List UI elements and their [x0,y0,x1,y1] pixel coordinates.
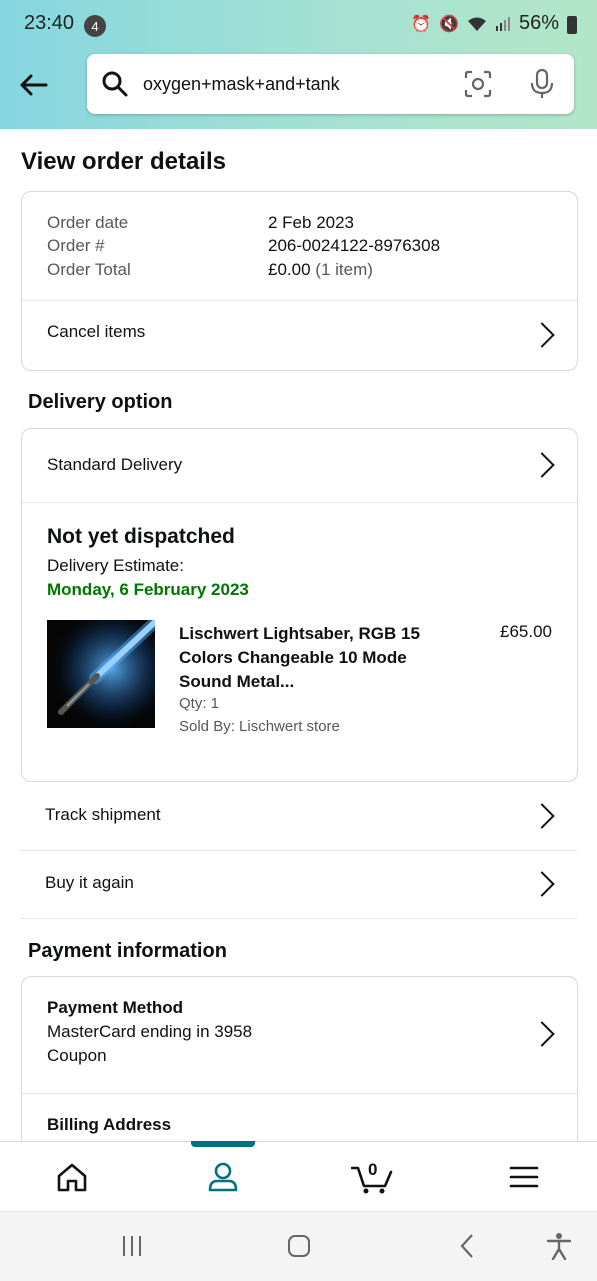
delivery-card: Standard Delivery Not yet dispatched Del… [21,428,578,782]
recent-apps-icon [123,1236,141,1256]
divider [20,918,577,919]
order-date-label: Order date [47,213,129,232]
wifi-icon [467,17,486,31]
product-title[interactable]: Lischwert Lightsaber, RGB 15 Colors Chan… [179,622,439,694]
order-date-value: 2 Feb 2023 [268,213,355,232]
camera-lens-icon[interactable] [464,70,492,98]
product-image[interactable] [47,620,155,728]
menu-icon [509,1166,539,1188]
accessibility-icon [546,1233,572,1260]
chevron-right-icon [529,322,555,348]
back-button[interactable] [14,66,52,104]
recent-apps-button[interactable] [118,1230,146,1262]
mute-icon: 🔇 [439,15,459,33]
payment-method-title: Payment Method [47,998,184,1017]
payment-method-card: MasterCard ending in 3958 [47,1022,253,1041]
buy-again-row[interactable]: Buy it again [20,851,577,919]
accessibility-button[interactable] [545,1230,573,1262]
dispatch-status: Not yet dispatched [47,525,235,548]
order-summary-card: Order date 2 Feb 2023 Order # 206-002412… [21,191,578,371]
delivery-option-label: Standard Delivery [47,455,183,474]
order-number-value: 206-0024122-8976308 [268,236,441,255]
system-back-button[interactable] [455,1230,479,1262]
home-icon [57,1163,87,1192]
billing-address-title: Billing Address [47,1115,172,1134]
account-icon [208,1162,238,1192]
chevron-right-icon [529,871,555,897]
order-total-amount: £0.00 [268,260,311,279]
search-input[interactable]: oxygen+mask+and+tank [87,54,574,114]
order-total-label: Order Total [47,260,131,279]
product-price: £65.00 [500,622,552,641]
lightsaber-image [47,620,155,728]
microphone-icon[interactable] [528,68,556,100]
delivery-estimate-label: Delivery Estimate: [47,556,184,575]
delivery-estimate-date: Monday, 6 February 2023 [47,580,249,599]
standard-delivery-row[interactable]: Standard Delivery [22,429,577,502]
page-title: View order details [21,148,226,175]
back-arrow-icon [20,74,48,96]
system-nav-bar [0,1211,597,1281]
chevron-right-icon [529,803,555,829]
home-button-icon [288,1235,310,1257]
nav-account[interactable] [183,1142,263,1212]
divider [22,502,577,503]
signal-icon [495,16,510,31]
track-shipment-label: Track shipment [45,805,161,824]
battery-percent: 56% [518,12,559,34]
system-back-icon [460,1234,473,1258]
nav-menu[interactable] [484,1142,564,1212]
product-seller: Sold By: Lischwert store [179,718,340,735]
notification-badge: 4 [84,15,106,37]
chevron-right-icon [529,452,555,478]
payment-method-row[interactable]: Payment Method MasterCard ending in 3958… [22,977,577,1093]
alarm-icon: ⏰ [411,15,432,33]
divider [22,1093,577,1094]
nav-cart[interactable]: 0 [332,1142,412,1212]
cancel-items-row[interactable]: Cancel items [22,301,577,370]
order-number-label: Order # [47,236,105,255]
search-icon [102,71,128,97]
delivery-section-title: Delivery option [28,391,173,413]
nav-home[interactable] [32,1142,112,1212]
status-icons: ⏰ 🔇 56% [411,12,577,35]
payment-section-title: Payment information [28,940,227,962]
app-header: 23:40 4 ⏰ 🔇 56% oxygen+mask+and+tank [0,0,597,129]
home-button[interactable] [285,1230,313,1262]
payment-method-coupon: Coupon [47,1046,107,1065]
battery-icon [567,15,577,34]
order-total-items: (1 item) [315,260,373,279]
product-qty: Qty: 1 [179,695,220,712]
order-total-value: £0.00 (1 item) [268,260,373,280]
track-shipment-row[interactable]: Track shipment [20,783,577,851]
bottom-nav: 0 [0,1141,597,1212]
status-time: 23:40 [24,12,75,34]
buy-again-label: Buy it again [45,873,134,892]
chevron-right-icon [529,1021,555,1047]
search-query: oxygen+mask+and+tank [143,74,340,94]
cart-count: 0 [368,1160,378,1179]
cancel-items-label: Cancel items [47,322,146,341]
